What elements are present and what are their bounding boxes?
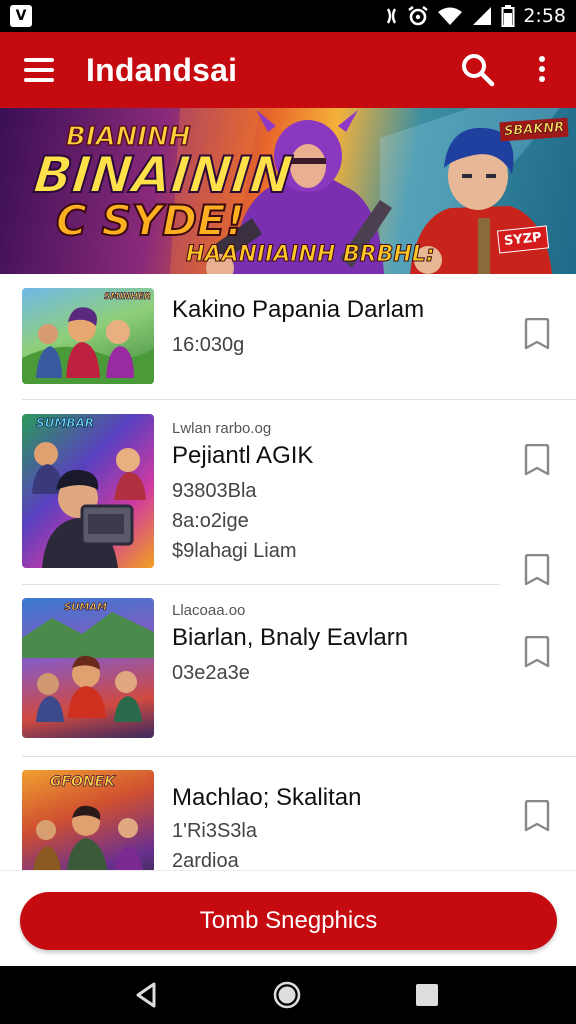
item-title: Biarlan, Bnaly Eavlarn [172,624,409,651]
search-icon[interactable] [460,52,496,88]
item-detail: $9lahagi Liam [172,540,297,562]
item-meta: Llacoaa.oo [172,602,246,619]
alarm-icon [408,6,429,26]
banner-line-3: C SYDE! [55,195,246,246]
more-vert-icon[interactable] [528,52,556,88]
item-detail: 2ardioa [172,850,239,870]
bookmark-icon[interactable] [522,554,552,586]
status-bar: V 2:58 [0,0,576,32]
thumbnail-label: SUMBAR [36,416,95,431]
status-app-icon: V [10,5,32,27]
item-title: Pejiantl AGIK [172,442,314,469]
bookmark-icon[interactable] [522,318,552,350]
item-thumbnail: SMINHER [22,288,154,384]
item-meta: Lwlan rarbo.og [172,420,272,437]
app-title: Indandsai [86,52,238,88]
vibrate-icon [387,8,397,24]
back-icon[interactable] [132,980,162,1010]
status-icons: 2:58 [385,0,566,32]
list-item[interactable]: SMINHER Kakino Papania Darlam 16:030g [0,274,576,400]
item-title: Machlao; Skalitan [172,784,362,811]
menu-icon[interactable] [22,54,56,86]
item-detail: 16:030g [172,334,245,356]
home-icon[interactable] [272,980,302,1010]
status-time: 2:58 [523,5,566,27]
signal-icon [473,7,492,25]
banner-subtitle: HAANIIAINH BRBHL: [186,242,436,268]
bookmark-icon[interactable] [522,800,552,832]
item-thumbnail: SUMAM [22,598,154,738]
recents-icon[interactable] [412,980,442,1010]
thumbnail-label: SMINHER [104,292,152,303]
item-thumbnail: SUMBAR [22,414,154,568]
item-detail: 8a:o2ige [172,510,249,532]
battery-icon [501,5,515,27]
promo-banner[interactable]: BIANINH BINAININ C SYDE! HAANIIAINH BRBH… [0,108,576,274]
app-bar: Indandsai [0,32,576,108]
thumbnail-label: SUMAM [64,602,108,614]
bottom-action-area: Tomb Snegphics [0,870,576,966]
bookmark-icon[interactable] [522,636,552,668]
primary-action-button[interactable]: Tomb Snegphics [20,892,557,950]
item-detail: 93803Bla [172,480,257,502]
thumbnail-label: GFONEK [50,774,116,791]
item-detail: 1'Ri3S3la [172,820,257,842]
item-title: Kakino Papania Darlam [172,296,425,323]
bookmark-icon[interactable] [522,444,552,476]
list-item[interactable]: SUMAM Llacoaa.oo Biarlan, Bnaly Eavlarn … [0,584,576,757]
wifi-icon [438,7,463,25]
list-item[interactable]: SUMBAR Lwlan rarbo.og Pejiantl AGIK 9380… [0,400,576,586]
item-detail: 03e2a3e [172,662,250,684]
game-list: SMINHER Kakino Papania Darlam 16:030g SU… [0,274,576,870]
item-thumbnail: GFONEK [22,770,154,870]
system-nav-bar [0,966,576,1024]
list-item[interactable]: GFONEK Machlao; Skalitan 1'Ri3S3la 2ardi… [0,756,576,870]
